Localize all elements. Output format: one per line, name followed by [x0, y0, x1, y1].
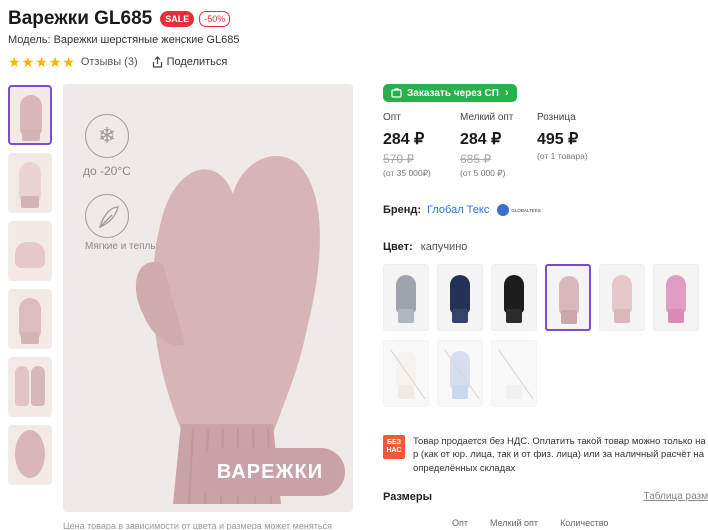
price-label: Опт: [383, 112, 401, 123]
star-icon: ★: [35, 54, 48, 70]
rating-stars: ★ ★ ★ ★ ★: [8, 55, 75, 69]
brand-logo: GLOBALTEKS: [497, 203, 543, 217]
vat-notice: БЕЗ НАС Товар продается без НДС. Оплатить…: [383, 435, 708, 475]
color-swatch[interactable]: [491, 264, 537, 331]
price-note: (от 35 000₽): [383, 168, 431, 178]
brand-link[interactable]: Глобал Текс: [427, 204, 489, 216]
price-column: Розница 495 ₽ (от 1 товара): [537, 112, 614, 179]
color-swatch[interactable]: [437, 340, 483, 407]
star-icon: ★: [48, 54, 62, 70]
chevron-right-icon: ›: [504, 87, 509, 99]
product-title-row: Варежки GL685 SALE -50%: [8, 8, 231, 30]
price-label: Мелкий опт: [460, 112, 514, 123]
rating-row: ★ ★ ★ ★ ★ Отзывы (3) Поделиться: [8, 55, 227, 69]
column-header: Мелкий опт: [490, 518, 539, 528]
price-current: 284 ₽: [460, 131, 502, 148]
vat-notice-text: Товар продается без НДС. Оплатить такой …: [413, 436, 706, 474]
star-icon: ★: [8, 54, 21, 70]
thumbnail[interactable]: [8, 289, 52, 349]
color-swatch[interactable]: [437, 264, 483, 331]
thumbnail-list: [8, 85, 52, 493]
share-button[interactable]: Поделиться: [152, 56, 228, 68]
price-current: 284 ₽: [383, 131, 425, 148]
price-old: 685 ₽: [460, 152, 491, 166]
color-swatch[interactable]: [491, 340, 537, 407]
price-note: (от 1 товара): [537, 151, 588, 161]
color-swatch[interactable]: [653, 264, 699, 331]
price-column: Мелкий опт 284 ₽ 685 ₽ (от 5 000 ₽): [460, 112, 537, 179]
color-swatch[interactable]: [545, 264, 591, 331]
size-chart-link[interactable]: Таблица разм: [644, 491, 708, 503]
main-product-image[interactable]: ❄ до -20°C Мягкие и теплые ВАРЕЖКИ: [63, 84, 353, 512]
color-label: Цвет:: [383, 241, 413, 253]
sale-badge: SALE: [160, 11, 195, 27]
color-swatches: [383, 264, 708, 407]
color-swatch[interactable]: [599, 264, 645, 331]
color-swatch[interactable]: [383, 264, 429, 331]
thumbnail[interactable]: [8, 221, 52, 281]
mitten-illustration: [135, 155, 320, 504]
thumbnail[interactable]: [8, 153, 52, 213]
column-header: Количество: [560, 518, 609, 528]
star-icon: ★: [21, 54, 35, 70]
price-note: (от 5 000 ₽): [460, 168, 506, 178]
order-label: Заказать через СП: [407, 87, 499, 99]
image-brand-pill: ВАРЕЖКИ: [195, 448, 345, 496]
color-row: Цвет: капучино: [383, 241, 467, 253]
sizes-table-header: Опт Мелкий опт Количество: [452, 518, 630, 528]
order-via-sp-button[interactable]: Заказать через СП ›: [383, 84, 517, 102]
star-icon: ★: [62, 54, 75, 70]
thumbnail[interactable]: [8, 425, 52, 485]
product-title: Варежки GL685: [8, 8, 153, 29]
brand-row: Бренд: Глобал Текс GLOBALTEKS: [383, 203, 543, 217]
price-label: Розница: [537, 112, 576, 123]
cart-icon: [391, 88, 402, 98]
sizes-row: Размеры Таблица разм: [383, 491, 708, 503]
thumbnail[interactable]: [8, 357, 52, 417]
column-header: Опт: [452, 518, 468, 528]
price-table: Опт 284 ₽ 570 ₽ (от 35 000₽) Мелкий опт 284 ₽…: [383, 112, 614, 179]
brand-label: Бренд:: [383, 204, 422, 216]
share-label: Поделиться: [166, 56, 228, 68]
image-caption: Цена товара в зависимости от цвета и раз…: [63, 521, 332, 530]
color-value: капучино: [420, 241, 468, 253]
thumbnail[interactable]: [8, 85, 52, 145]
share-icon: [152, 56, 162, 68]
discount-badge: -50%: [199, 11, 231, 27]
color-swatch[interactable]: [383, 340, 429, 407]
product-model: Модель: Варежки шерстяные женские GL685: [8, 34, 240, 46]
sizes-label: Размеры: [383, 491, 433, 503]
price-current: 495 ₽: [537, 131, 579, 148]
no-vat-badge: БЕЗ НАС: [383, 435, 405, 459]
price-column: Опт 284 ₽ 570 ₽ (от 35 000₽): [383, 112, 460, 179]
reviews-link[interactable]: Отзывы (3): [81, 56, 138, 68]
price-old: 570 ₽: [383, 152, 414, 166]
